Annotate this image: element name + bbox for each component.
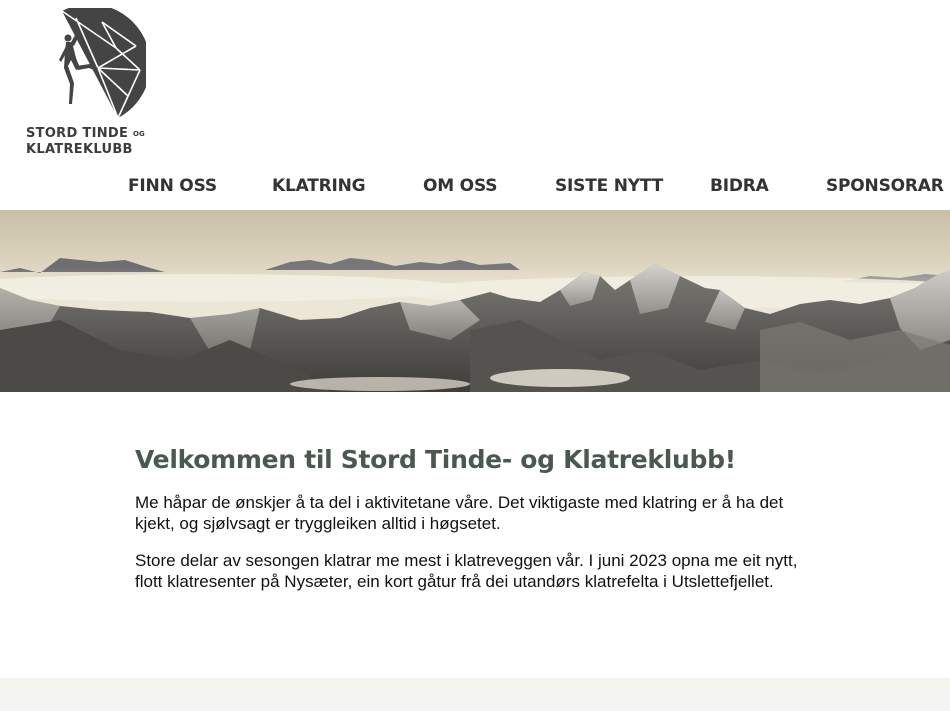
nav-item-om-oss[interactable]: OM OSS xyxy=(423,176,497,196)
site-logo[interactable]: STORD TINDE OG KLATREKLUBB xyxy=(22,8,152,163)
logo-wordmark: STORD TINDE OG KLATREKLUBB xyxy=(26,126,145,158)
mountain-panorama-image xyxy=(0,210,950,392)
logo-og: OG xyxy=(133,130,145,138)
nav-item-finn-oss[interactable]: FINN OSS xyxy=(128,176,217,196)
nav-item-siste-nytt[interactable]: SISTE NYTT xyxy=(555,176,663,196)
page-title: Velkommen til Stord Tinde- og Klatreklub… xyxy=(135,445,736,474)
main-nav: FINN OSS KLATRING OM OSS SISTE NYTT BIDR… xyxy=(0,176,950,204)
nav-item-sponsorar[interactable]: SPONSORAR xyxy=(826,176,944,196)
climbing-paragraph: Store delar av sesongen klatrar me mest … xyxy=(135,551,798,591)
nav-item-klatring[interactable]: KLATRING xyxy=(272,176,366,196)
footer xyxy=(0,678,950,711)
intro-paragraph: Me håpar de ønskjer å ta del i aktivitet… xyxy=(135,493,784,533)
nav-item-bidra[interactable]: BIDRA xyxy=(710,176,769,196)
climber-mountain-logo-icon xyxy=(59,8,146,119)
logo-line1: STORD TINDE xyxy=(26,126,129,141)
hero-banner xyxy=(0,210,950,392)
logo-line2: KLATREKLUBB xyxy=(26,142,133,157)
welcome-section: Velkommen til Stord Tinde- og Klatreklub… xyxy=(135,445,825,608)
